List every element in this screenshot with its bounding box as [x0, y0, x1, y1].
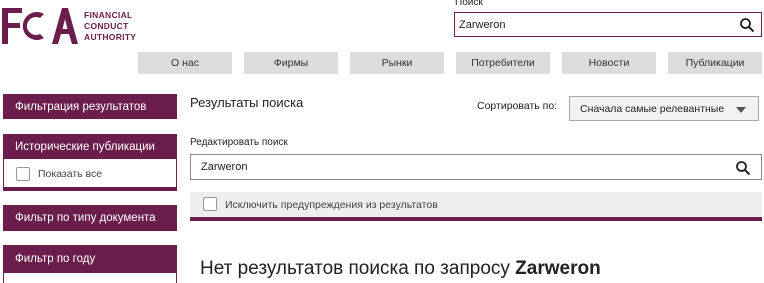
- chevron-down-icon: [736, 107, 746, 113]
- sidebar-document-type-filter[interactable]: Фильтр по типу документа: [3, 205, 177, 231]
- search-icon[interactable]: [739, 17, 755, 38]
- exclude-warnings-bar: Исключить предупреждения из результатов: [190, 192, 762, 221]
- exclude-warnings-checkbox[interactable]: [203, 197, 217, 211]
- sidebar-filter-results-heading: Фильтрация результатов: [3, 94, 177, 119]
- exclude-warnings-label[interactable]: Исключить предупреждения из результатов: [225, 199, 438, 211]
- nav-item-publications[interactable]: Публикации: [668, 52, 762, 74]
- nav-item-markets[interactable]: Рынки: [350, 52, 444, 74]
- fca-logo-text: FINANCIAL CONDUCT AUTHORITY: [84, 10, 136, 43]
- edit-search-input[interactable]: [191, 155, 711, 179]
- header-search-input[interactable]: [455, 13, 725, 36]
- logo-line-3: AUTHORITY: [84, 32, 137, 42]
- nav-item-about[interactable]: О нас: [138, 52, 232, 74]
- sidebar-year-filter[interactable]: Фильтр по году: [3, 245, 177, 273]
- sidebar-year-filter-panel: [3, 273, 177, 283]
- sidebar-historic-publications-panel: Показать все: [3, 159, 177, 191]
- sidebar-historic-publications-heading[interactable]: Исторические публикации: [3, 134, 177, 159]
- sort-select-value: Сначала самые релевантные: [580, 102, 725, 115]
- no-results-query: Zarweron: [515, 258, 601, 279]
- edit-search-box: [190, 154, 762, 180]
- main-nav: О нас Фирмы Рынки Потребители Новости Пу…: [138, 52, 762, 74]
- logo-line-1: FINANCIAL: [84, 10, 133, 20]
- logo-line-2: CONDUCT: [84, 21, 129, 31]
- show-all-checkbox[interactable]: [16, 167, 30, 181]
- header-search-box: [454, 12, 762, 37]
- edit-search-label: Редактировать поиск: [190, 137, 288, 148]
- fca-logo[interactable]: FINANCIAL CONDUCT AUTHORITY: [0, 6, 160, 50]
- search-icon[interactable]: [735, 160, 751, 181]
- no-results-text: Нет результатов поиска по запросу: [200, 258, 510, 279]
- show-all-label[interactable]: Показать все: [38, 168, 102, 180]
- nav-item-firms[interactable]: Фирмы: [244, 52, 338, 74]
- fca-logo-mark: [2, 8, 78, 44]
- results-title: Результаты поиска: [190, 95, 304, 110]
- nav-item-news[interactable]: Новости: [562, 52, 656, 74]
- sort-label: Сортировать по:: [477, 100, 558, 112]
- nav-item-consumers[interactable]: Потребители: [456, 52, 550, 74]
- header-search-label: Поиск: [455, 0, 483, 8]
- sort-select[interactable]: Сначала самые релевантные: [569, 96, 759, 121]
- no-results-message: Нет результатов поиска по запросу Zarwer…: [200, 258, 601, 280]
